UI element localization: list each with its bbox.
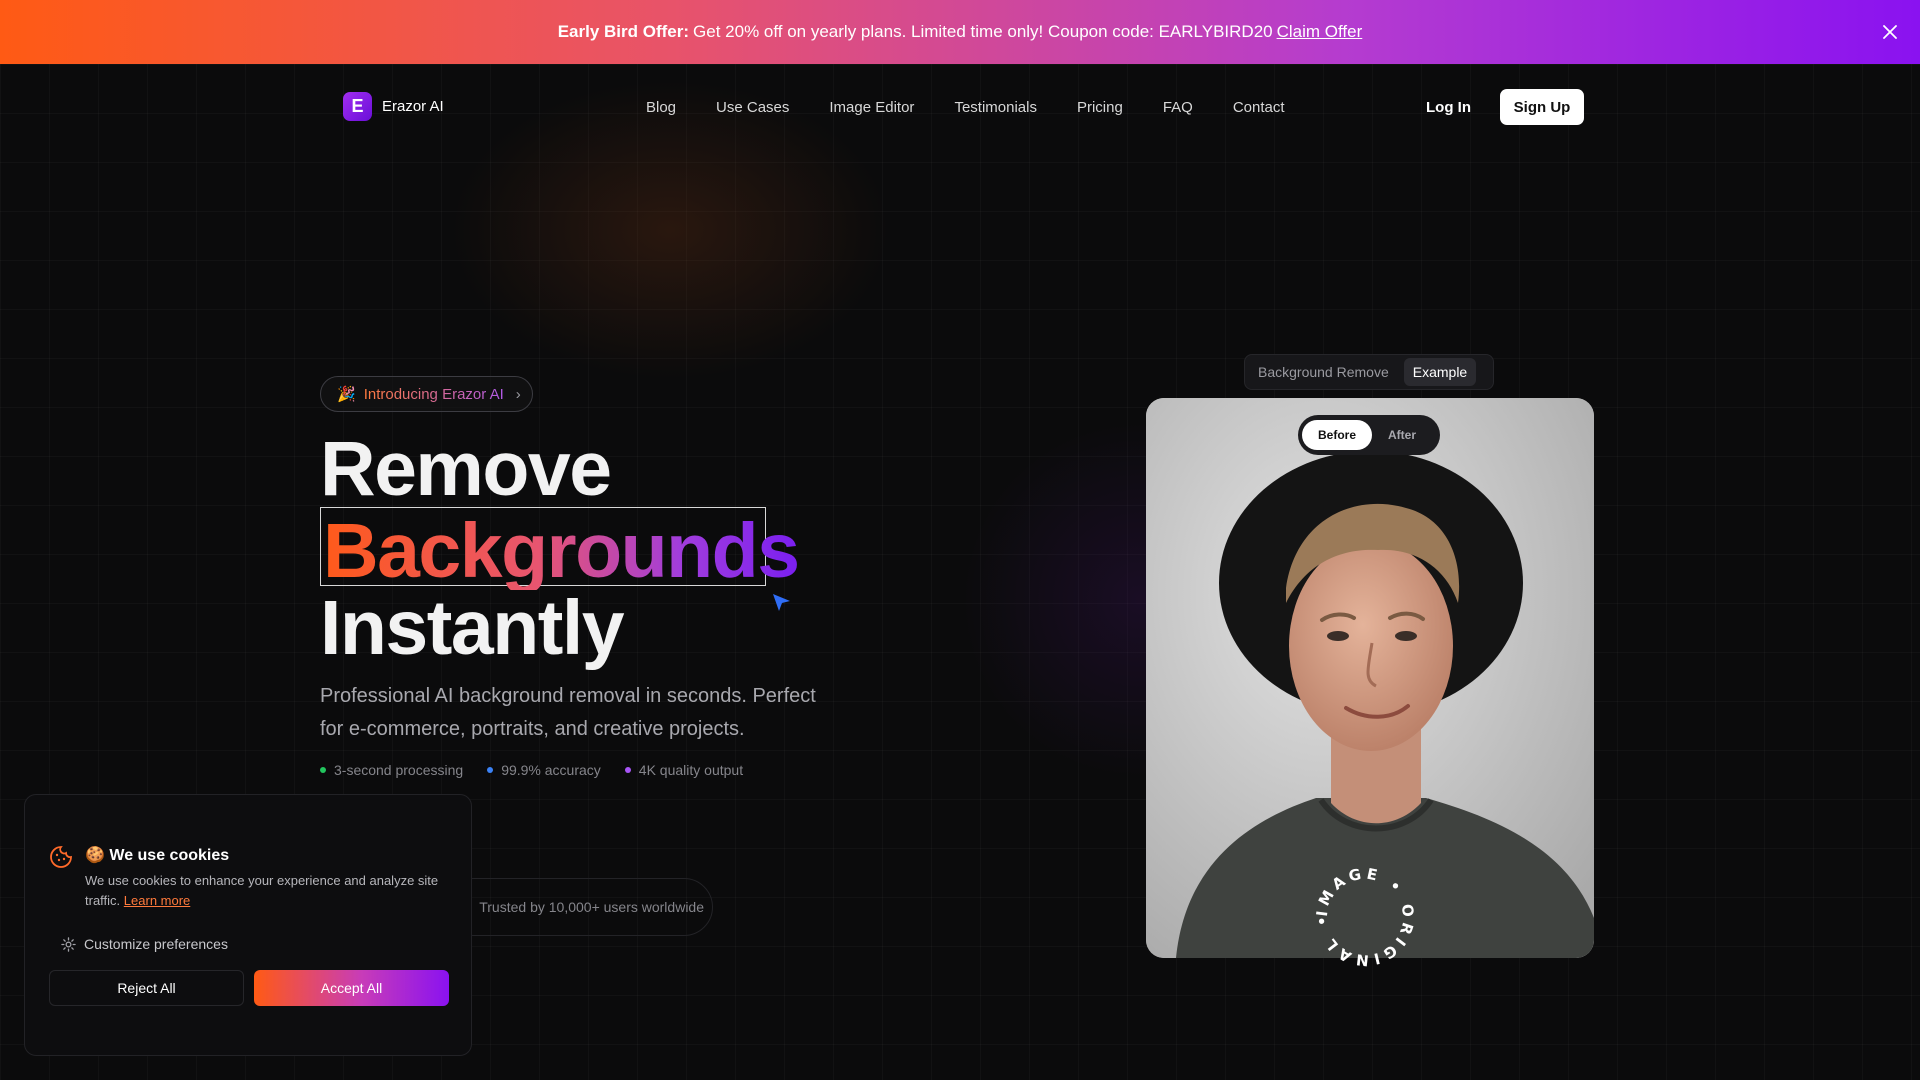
hero-title-line-2: Backgrounds	[323, 508, 800, 594]
toggle-after[interactable]: After	[1372, 420, 1432, 450]
learn-more-link[interactable]: Learn more	[124, 893, 190, 908]
feature-list: 3-second processing 99.9% accuracy 4K qu…	[320, 762, 743, 778]
cookie-title: 🍪 We use cookies	[85, 845, 229, 865]
signup-button[interactable]: Sign Up	[1500, 89, 1584, 125]
feature-label: 4K quality output	[638, 762, 744, 778]
nav-link-contact[interactable]: Contact	[1233, 99, 1285, 116]
reject-all-button[interactable]: Reject All	[49, 970, 244, 1006]
cookie-title-text: We use cookies	[109, 847, 230, 864]
promo-bold: Early Bird Offer:	[557, 22, 690, 41]
svg-text:IMAGE • ORIGINAL •: IMAGE • ORIGINAL •	[1313, 864, 1418, 969]
feature-dot-blue	[487, 767, 494, 773]
customize-label: Customize preferences	[84, 936, 228, 952]
hero-subtitle: Professional AI background removal in se…	[320, 685, 816, 740]
hero-title-line-3: Instantly	[320, 585, 625, 671]
tab-example[interactable]: Example	[1403, 358, 1477, 386]
original-image-stamp: IMAGE • ORIGINAL •	[1310, 862, 1420, 977]
navbar: E Erazor AI Blog Use Cases Image Editor …	[0, 64, 1920, 148]
nav-link-blog[interactable]: Blog	[646, 99, 676, 116]
before-after-toggle: Before After	[1298, 415, 1440, 455]
toggle-before[interactable]: Before	[1302, 420, 1373, 450]
nav-link-image-editor[interactable]: Image Editor	[829, 99, 914, 116]
feature-item: 4K quality output	[624, 762, 744, 778]
brand-name: Erazor AI	[382, 98, 444, 115]
nav-links: Blog Use Cases Image Editor Testimonials…	[646, 99, 1285, 116]
intro-badge-label: Introducing Erazor AI	[363, 385, 504, 403]
nav-link-pricing[interactable]: Pricing	[1077, 99, 1123, 116]
hero-title-line-1: Remove	[320, 426, 612, 512]
intro-badge[interactable]: 🎉 Introducing Erazor AI ›	[320, 376, 533, 412]
cookie-banner: 🍪 We use cookies We use cookies to enhan…	[24, 794, 472, 1056]
brand-logo-icon: E	[343, 92, 372, 121]
login-button[interactable]: Log In	[1426, 99, 1471, 116]
promo-banner: Early Bird Offer: Get 20% off on yearly …	[0, 0, 1920, 64]
nav-link-use-cases[interactable]: Use Cases	[716, 99, 789, 116]
chevron-right-icon: ›	[515, 385, 521, 403]
gear-icon	[61, 936, 76, 952]
nav-link-testimonials[interactable]: Testimonials	[954, 99, 1037, 116]
accept-all-button[interactable]: Accept All	[254, 970, 449, 1006]
claim-offer-link[interactable]: Claim Offer	[1277, 22, 1363, 42]
pointer-cursor-icon	[771, 592, 793, 619]
brand[interactable]: E Erazor AI	[343, 92, 444, 121]
nav-link-faq[interactable]: FAQ	[1163, 99, 1193, 116]
trusted-badge: Trusted by 10,000+ users worldwide	[445, 878, 713, 936]
cookie-emoji: 🍪	[85, 847, 105, 864]
feature-label: 3-second processing	[334, 762, 464, 778]
party-icon: 🎉	[337, 386, 356, 403]
feature-dot-purple	[624, 767, 631, 773]
promo-text: Get 20% off on yearly plans. Limited tim…	[693, 22, 1273, 41]
close-icon[interactable]	[1878, 20, 1902, 44]
tab-background-remove[interactable]: Background Remove	[1249, 358, 1398, 386]
hero-title-highlight-box: Backgrounds	[320, 507, 800, 590]
cookie-icon	[49, 845, 73, 874]
cookie-description: We use cookies to enhance your experienc…	[85, 871, 455, 911]
feature-item: 3-second processing	[320, 762, 463, 778]
feature-dot-green	[320, 767, 326, 773]
feature-item: 99.9% accuracy	[487, 762, 601, 778]
mode-tabs: Background Remove Example	[1244, 354, 1494, 390]
feature-label: 99.9% accuracy	[501, 762, 601, 778]
stamp-text: IMAGE • ORIGINAL •	[1313, 864, 1414, 969]
customize-preferences-button[interactable]: Customize preferences	[61, 936, 228, 952]
trusted-text: Trusted by 10,000+ users worldwide	[479, 899, 704, 915]
